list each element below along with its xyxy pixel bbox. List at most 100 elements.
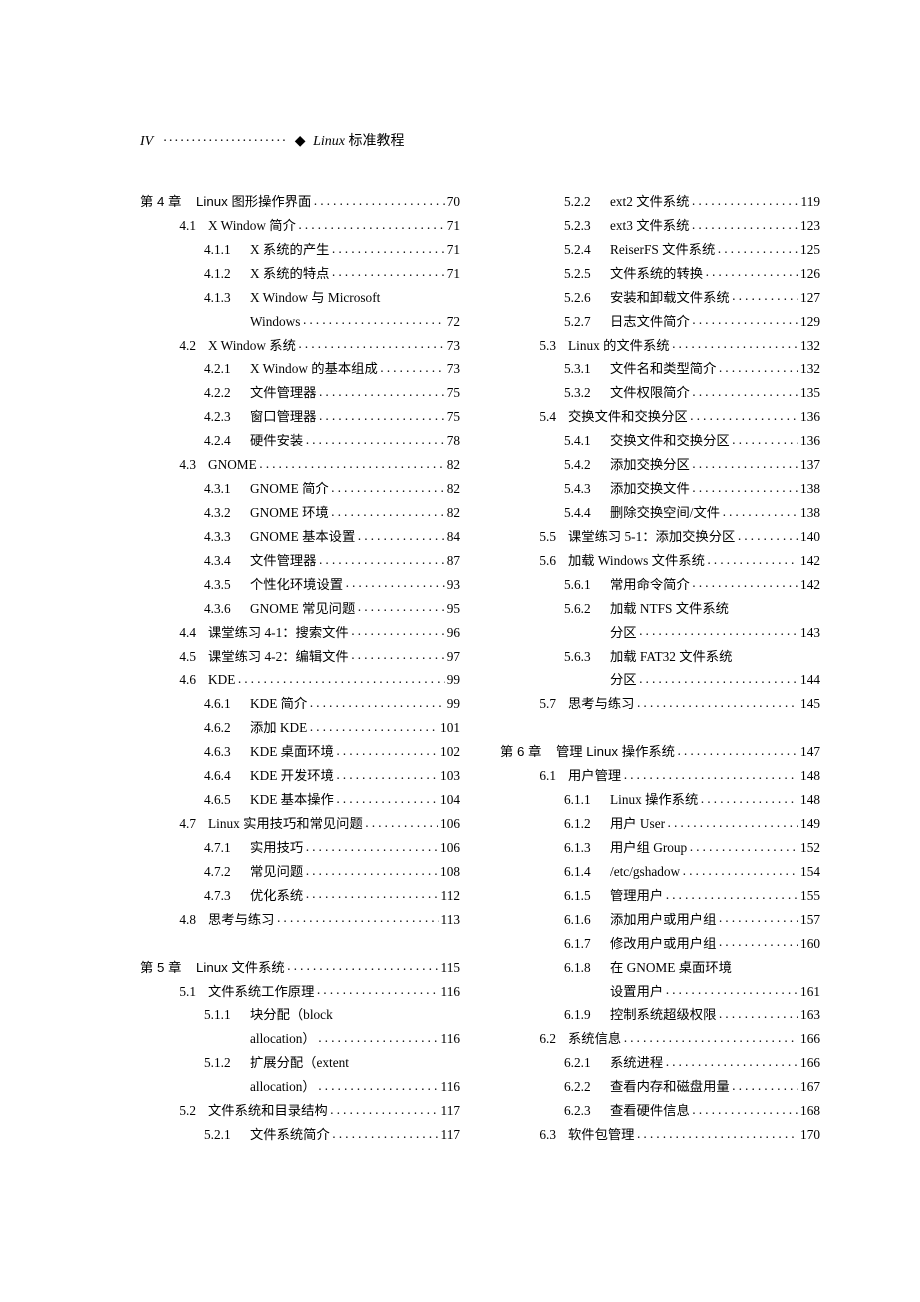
toc-number: 4.3.6 bbox=[204, 597, 238, 621]
toc-leaders bbox=[365, 815, 438, 828]
toc-leaders bbox=[313, 193, 444, 206]
toc-right-column: 5.2.2ext2 文件系统1195.2.3ext3 文件系统1235.2.4R… bbox=[500, 190, 820, 1147]
toc-number: 6.2 bbox=[530, 1027, 556, 1051]
toc-entry: 5.2文件系统和目录结构117 bbox=[140, 1099, 460, 1123]
toc-entry: 4.2.1X Window 的基本组成73 bbox=[140, 357, 460, 381]
toc-title: 加载 FAT32 文件系统 bbox=[610, 645, 732, 669]
toc-columns: 第 4 章Linux 图形操作界面704.1X Window 简介714.1.1… bbox=[140, 190, 820, 1147]
toc-entry: 5.3.1文件名和类型简介132 bbox=[500, 357, 820, 381]
toc-number: 5.3.2 bbox=[564, 381, 598, 405]
toc-page: 136 bbox=[800, 405, 820, 429]
toc-page: 106 bbox=[440, 836, 460, 860]
toc-number: 4.2.1 bbox=[204, 357, 238, 381]
toc-page: 84 bbox=[447, 525, 460, 549]
toc-number: 5.4.1 bbox=[564, 429, 598, 453]
toc-title: 文件名和类型简介 bbox=[610, 357, 716, 381]
book-title-en: Linux bbox=[313, 134, 345, 149]
toc-title: 添加用户或用户组 bbox=[610, 908, 716, 932]
toc-entry: 6.1.6添加用户或用户组157 bbox=[500, 908, 820, 932]
toc-leaders bbox=[667, 815, 798, 828]
toc-entry: 4.3.4文件管理器87 bbox=[140, 549, 460, 573]
toc-number: 6.1 bbox=[530, 764, 556, 788]
toc-leaders bbox=[692, 575, 798, 588]
toc-title: 文件系统工作原理 bbox=[208, 980, 314, 1004]
toc-title-cont: 分区 bbox=[610, 668, 637, 692]
toc-title: GNOME 常见问题 bbox=[250, 597, 355, 621]
toc-number: 5.2.3 bbox=[564, 214, 598, 238]
toc-page: 132 bbox=[800, 357, 820, 381]
toc-entry: 4.3.6GNOME 常见问题95 bbox=[140, 597, 460, 621]
toc-entry: 6.1.2用户 User149 bbox=[500, 812, 820, 836]
toc-page: 97 bbox=[447, 645, 460, 669]
toc-title: 扩展分配（extent bbox=[250, 1051, 349, 1075]
toc-page: 70 bbox=[447, 190, 460, 214]
toc-entry: 6.2.3查看硬件信息168 bbox=[500, 1099, 820, 1123]
toc-title: 加载 Windows 文件系统 bbox=[568, 549, 705, 573]
toc-page: 147 bbox=[800, 740, 820, 764]
toc-page: 148 bbox=[800, 764, 820, 788]
toc-number: 5.6.1 bbox=[564, 573, 598, 597]
toc-entry: 5.5课堂练习 5-1：添加交换分区140 bbox=[500, 525, 820, 549]
toc-leaders bbox=[380, 360, 445, 373]
toc-entry: 6.1.5管理用户155 bbox=[500, 884, 820, 908]
toc-title: 在 GNOME 桌面环境 bbox=[610, 956, 732, 980]
toc-leaders bbox=[692, 312, 798, 325]
toc-entry: 4.7.2常见问题108 bbox=[140, 860, 460, 884]
toc-leaders bbox=[691, 217, 798, 230]
toc-leaders bbox=[639, 671, 798, 684]
toc-leaders bbox=[330, 1102, 439, 1115]
toc-title: 日志文件简介 bbox=[610, 310, 690, 334]
toc-entry: 4.1.3X Window 与 Microsoft bbox=[140, 286, 460, 310]
toc-title: 块分配（block bbox=[250, 1003, 333, 1027]
toc-page: 116 bbox=[441, 980, 460, 1004]
toc-page: 103 bbox=[440, 764, 460, 788]
toc-leaders bbox=[345, 575, 445, 588]
toc-entry: 4.6.2添加 KDE101 bbox=[140, 716, 460, 740]
toc-title: 窗口管理器 bbox=[250, 405, 316, 429]
toc-title: 查看硬件信息 bbox=[610, 1099, 690, 1123]
toc-number: 4.7.2 bbox=[204, 860, 238, 884]
toc-page: 129 bbox=[800, 310, 820, 334]
toc-title: 常见问题 bbox=[250, 860, 303, 884]
toc-page: 123 bbox=[800, 214, 820, 238]
toc-leaders bbox=[717, 241, 798, 254]
toc-page: 82 bbox=[447, 501, 460, 525]
toc-title: KDE 桌面环境 bbox=[250, 740, 334, 764]
toc-page: 136 bbox=[800, 429, 820, 453]
toc-number: 5.1.2 bbox=[204, 1051, 238, 1075]
toc-title: 查看内存和磁盘用量 bbox=[610, 1075, 730, 1099]
toc-leaders bbox=[331, 504, 445, 517]
toc-leaders bbox=[682, 863, 798, 876]
toc-entry: 5.3.2文件权限简介135 bbox=[500, 381, 820, 405]
toc-entry-continuation: Windows72 bbox=[140, 310, 460, 334]
toc-leaders bbox=[705, 264, 798, 277]
toc-page: 144 bbox=[800, 668, 820, 692]
toc-page: 138 bbox=[800, 501, 820, 525]
toc-title: 课堂练习 4-2：编辑文件 bbox=[208, 645, 349, 669]
page-numeral: IV bbox=[140, 134, 153, 149]
toc-number: 6.1.3 bbox=[564, 836, 598, 860]
toc-entry: 4.3.5个性化环境设置93 bbox=[140, 573, 460, 597]
toc-number: 5.2.1 bbox=[204, 1123, 238, 1147]
toc-page: 126 bbox=[800, 262, 820, 286]
toc-leaders bbox=[357, 599, 444, 612]
toc-number: 4.8 bbox=[170, 908, 196, 932]
toc-leaders bbox=[665, 982, 798, 995]
toc-leaders bbox=[309, 719, 438, 732]
toc-entry: 4.2X Window 系统73 bbox=[140, 334, 460, 358]
toc-entry: 4.6.5KDE 基本操作104 bbox=[140, 788, 460, 812]
toc-number: 4.6.1 bbox=[204, 692, 238, 716]
toc-entry: 5.4.4删除交换空间/文件138 bbox=[500, 501, 820, 525]
toc-title: X 系统的产生 bbox=[250, 238, 329, 262]
toc-leaders bbox=[692, 480, 798, 493]
toc-entry: 5.1文件系统工作原理116 bbox=[140, 980, 460, 1004]
toc-number: 5.2.4 bbox=[564, 238, 598, 262]
toc-leaders bbox=[316, 982, 438, 995]
toc-page: 116 bbox=[441, 1075, 460, 1099]
toc-leaders bbox=[318, 408, 444, 421]
toc-title: 添加 KDE bbox=[250, 716, 307, 740]
toc-number: 4.3 bbox=[170, 453, 196, 477]
toc-title: 用户组 Group bbox=[610, 836, 687, 860]
toc-title: GNOME 环境 bbox=[250, 501, 329, 525]
toc-leaders bbox=[332, 1126, 439, 1139]
